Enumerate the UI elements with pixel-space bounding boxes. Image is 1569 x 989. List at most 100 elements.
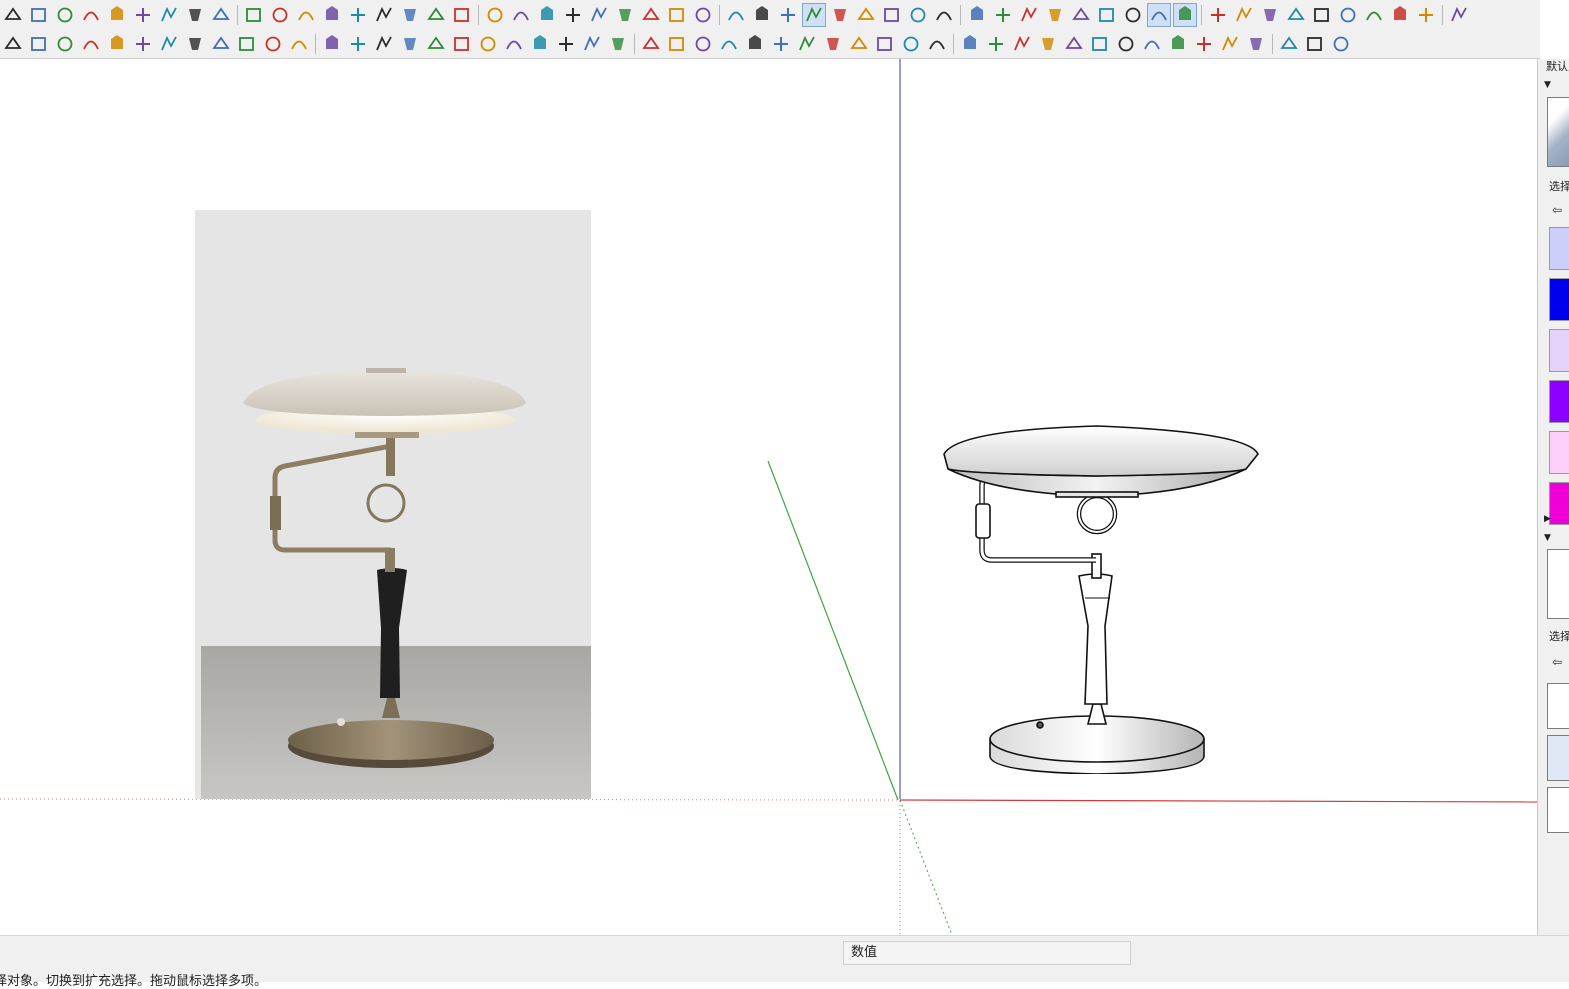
smooth-icon[interactable]	[1414, 3, 1438, 27]
lamp-reference-photo[interactable]	[195, 210, 591, 799]
floor-icon[interactable]	[639, 32, 663, 56]
tape-icon[interactable]	[53, 3, 77, 27]
material-swatch[interactable]	[1549, 482, 1569, 525]
soften-icon[interactable]	[157, 32, 181, 56]
top-view-icon[interactable]	[906, 3, 930, 27]
cylinder-icon[interactable]	[79, 32, 103, 56]
mesh-icon[interactable]	[1010, 32, 1034, 56]
chain-icon[interactable]	[372, 3, 396, 27]
gem-icon[interactable]	[1303, 32, 1327, 56]
planks-icon[interactable]	[873, 32, 897, 56]
extension-icon[interactable]	[1, 3, 25, 27]
shield-icon[interactable]	[1140, 32, 1164, 56]
twist-icon[interactable]	[424, 3, 448, 27]
material-swatch[interactable]	[1549, 227, 1569, 270]
viewport[interactable]	[0, 59, 1537, 935]
grid-icon[interactable]	[476, 32, 500, 56]
arc-2-icon[interactable]	[1284, 3, 1308, 27]
cloud-icon[interactable]	[795, 32, 819, 56]
pie-icon[interactable]	[1388, 3, 1412, 27]
component-thumb-3[interactable]	[1547, 787, 1569, 833]
render-icon[interactable]	[1114, 32, 1138, 56]
mirror-icon[interactable]	[535, 3, 559, 27]
monochrome-icon[interactable]	[854, 3, 878, 27]
section-cut-icon[interactable]	[1121, 3, 1145, 27]
spring-icon[interactable]	[398, 3, 422, 27]
material-swatch[interactable]	[1549, 329, 1569, 372]
protractor-icon[interactable]	[79, 3, 103, 27]
home-icon[interactable]	[1218, 32, 1242, 56]
skin-icon[interactable]	[984, 32, 1008, 56]
paint-icon[interactable]	[209, 3, 233, 27]
ruby-icon[interactable]	[450, 3, 474, 27]
curviloft-icon[interactable]	[287, 32, 311, 56]
material-swatch[interactable]	[1549, 380, 1569, 423]
curve-icon[interactable]	[1147, 2, 1171, 27]
stair-icon[interactable]	[528, 32, 552, 56]
weld-icon[interactable]	[183, 32, 207, 56]
stretch-icon[interactable]	[1036, 32, 1060, 56]
expand-arrow-2-icon[interactable]: ▼	[1544, 533, 1551, 543]
polyline-icon[interactable]	[1258, 3, 1282, 27]
spline-icon[interactable]	[1232, 3, 1256, 27]
broom-icon[interactable]	[639, 3, 663, 27]
bezier-icon[interactable]	[1173, 2, 1197, 27]
import-icon[interactable]	[1088, 32, 1112, 56]
stack-icon[interactable]	[899, 32, 923, 56]
bevel-icon[interactable]	[346, 3, 370, 27]
export-icon[interactable]	[1062, 32, 1086, 56]
lamp-3d-model[interactable]	[930, 354, 1275, 774]
loft-icon[interactable]	[483, 3, 507, 27]
back-arrow-2-icon[interactable]: ⇦	[1552, 655, 1562, 669]
chamfer-icon[interactable]	[261, 32, 285, 56]
fillet-icon[interactable]	[235, 32, 259, 56]
shell-icon[interactable]	[320, 32, 344, 56]
flowify-icon[interactable]	[398, 32, 422, 56]
path-icon[interactable]	[743, 32, 767, 56]
lasso-icon[interactable]	[131, 32, 155, 56]
front-view-icon[interactable]	[932, 3, 956, 27]
dimension-icon[interactable]	[27, 3, 51, 27]
wireframe-icon[interactable]	[750, 3, 774, 27]
section-display-icon[interactable]	[1095, 3, 1119, 27]
component-thumb-1[interactable]	[1547, 683, 1569, 729]
axes-icon[interactable]	[1043, 3, 1067, 27]
undo-icon[interactable]	[1329, 32, 1353, 56]
frame-icon[interactable]	[665, 32, 689, 56]
offset-icon[interactable]	[157, 3, 181, 27]
material-icon[interactable]	[1166, 32, 1190, 56]
line-tool-icon[interactable]	[1, 32, 25, 56]
edge-tool-icon[interactable]	[105, 32, 129, 56]
window-icon[interactable]	[580, 32, 604, 56]
arc-tool-icon[interactable]	[105, 3, 129, 27]
cube-icon[interactable]	[1277, 32, 1301, 56]
move-icon[interactable]	[294, 3, 318, 27]
vertex-icon[interactable]	[372, 32, 396, 56]
label-icon[interactable]	[502, 32, 526, 56]
style-preview[interactable]	[1547, 97, 1569, 167]
material-swatch[interactable]	[1549, 278, 1569, 321]
shaded-texture-icon[interactable]	[828, 3, 852, 27]
arc-3-icon[interactable]	[1362, 3, 1386, 27]
box-icon[interactable]	[53, 32, 77, 56]
fence-icon[interactable]	[717, 32, 741, 56]
follow-me-icon[interactable]	[183, 3, 207, 27]
pattern-icon[interactable]	[925, 32, 949, 56]
xray-icon[interactable]	[724, 3, 748, 27]
component-preview[interactable]	[1547, 549, 1569, 619]
extend-icon[interactable]	[1447, 3, 1471, 27]
flag-icon[interactable]	[613, 3, 637, 27]
left-view-icon[interactable]	[1017, 3, 1041, 27]
wall-icon[interactable]	[606, 32, 630, 56]
intersect-icon[interactable]	[320, 3, 344, 27]
random-icon[interactable]	[450, 32, 474, 56]
rotate-icon[interactable]	[131, 3, 155, 27]
hatch-icon[interactable]	[821, 32, 845, 56]
push-pull-icon[interactable]	[242, 3, 266, 27]
array-icon[interactable]	[561, 3, 585, 27]
shaded-icon[interactable]	[802, 2, 826, 27]
eraser-icon[interactable]	[27, 32, 51, 56]
leaf-icon[interactable]	[1192, 32, 1216, 56]
camera-icon[interactable]	[665, 3, 689, 27]
smooth-2-icon[interactable]	[424, 32, 448, 56]
